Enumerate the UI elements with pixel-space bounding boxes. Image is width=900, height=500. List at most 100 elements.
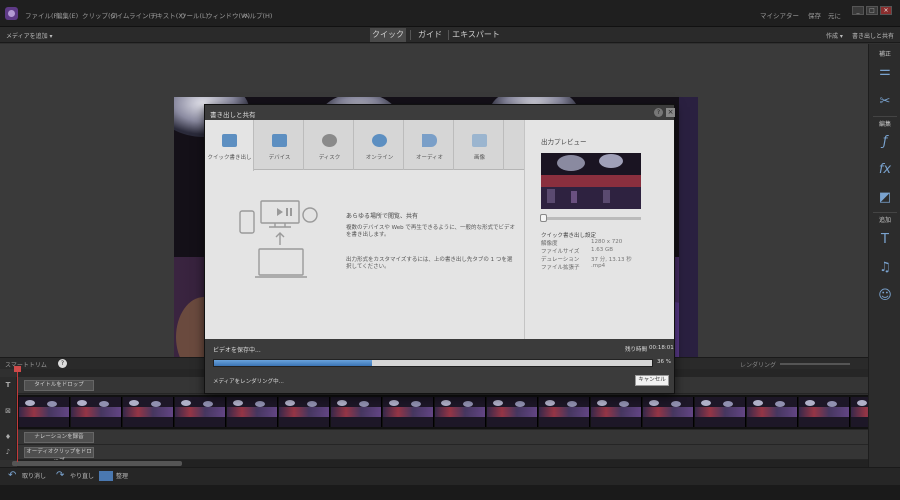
menu-edit[interactable]: 編集(E) [56,10,78,20]
render-button[interactable]: レンダリング [740,360,776,369]
video-thumbnail-frame [695,397,746,427]
redo-icon[interactable]: ↷ [56,470,64,481]
title-track-header: T [0,377,17,394]
tab-label: デバイス [268,155,291,161]
quick-export-description: 複数のデバイスや Web で再生できるように、一般的な形式でビデオを書き出します… [346,225,516,238]
remaining-time-value: 00:18:01 [649,345,674,351]
mic-icon: ♦ [0,430,17,445]
action-panel: 補正 ⚌ ✂ 編集 ƒ fx ◩ 追加 T ♫ ☺ [868,44,900,467]
tab-quick[interactable]: クイック [370,28,406,42]
video-thumbnail-frame [747,397,798,427]
undo-menu-link[interactable]: 元に [828,10,841,20]
zoom-slider[interactable] [780,363,850,365]
mode-bar: メディアを追加 ▾ クイック ガイド エキスパート 作成 ▾ 書き出しと共有 [0,27,900,43]
panel-divider [873,116,897,117]
video-clip[interactable] [17,395,868,429]
tab-quick-export[interactable]: クイック書き出し [205,120,254,171]
transition-icon[interactable]: ◩ [877,190,893,206]
tab-label: オンライン [365,155,394,161]
rendering-status: メディアをレンダリング中... [213,379,284,385]
video-thumbnail-frame [435,397,486,427]
video-thumbnail-frame [851,397,868,427]
status-strip [0,485,900,500]
video-thumbnail-frame [71,397,122,427]
video-thumbnail-frame [331,397,382,427]
tab-online[interactable]: オンライン [355,120,404,170]
video-track-icon: ⊠ [0,394,17,430]
progress-section: ビデオを保存中... 残り時間 00:18:01 36 % メディアをレンダリン… [205,339,674,393]
title-icon[interactable]: T [877,232,893,248]
quick-export-settings-title: クイック書き出し設定 [541,233,597,239]
record-narration-button[interactable]: ナレーションを録音 [24,432,94,443]
tab-expert[interactable]: エキスパート [452,28,500,42]
redo-button[interactable]: やり直し [70,471,94,480]
app-window: ファイル(F) 編集(E) クリップ(C) タイムライン(T) テキスト(X) … [0,0,900,500]
adjust-label: 補正 [878,51,891,58]
tab-guide[interactable]: ガイド [414,28,446,42]
dialog-help-icon[interactable]: ? [654,108,663,117]
video-thumbnail-frame [539,397,590,427]
add-media-button[interactable]: メディアを追加 ▾ [6,31,53,40]
cancel-button[interactable]: キャンセル [635,375,669,386]
video-thumbnail-frame [19,397,70,427]
video-thumbnail-frame [487,397,538,427]
menu-help[interactable]: ヘルプ(H) [243,10,272,20]
globe-icon [372,134,387,147]
video-thumbnail-frame [279,397,330,427]
timeline-scroll-thumb[interactable] [12,461,182,466]
tab-disc[interactable]: ディスク [305,120,354,170]
save-link[interactable]: 保存 [808,10,821,20]
music-icon[interactable]: ♫ [877,260,893,276]
dialog-titlebar: 書き出しと共有 ? × [205,105,675,120]
help-icon[interactable]: ? [58,359,67,368]
export-progress-bar [213,359,653,367]
playhead-handle[interactable] [14,366,21,372]
image-icon [472,134,487,147]
dialog-close-button[interactable]: × [666,108,675,117]
preview-scrub-track[interactable] [541,217,641,220]
sliders-icon[interactable]: ⚌ [877,64,893,80]
tools-icon[interactable]: ✂ [877,94,893,110]
panel-divider [873,212,897,213]
remaining-time-label: 残り時間 [625,347,648,353]
quick-export-pane: あらゆる場所で閲覧、共有 複数のデバイスや Web で再生できるように、一般的な… [205,171,524,339]
export-share-button[interactable]: 書き出しと共有 [852,31,894,40]
drop-title-target[interactable]: タイトルをドロップ [24,380,94,391]
drop-audio-target[interactable]: オーディオクリップをドロップ [24,447,94,464]
app-logo-icon [5,7,18,20]
organizer-icon[interactable] [99,471,113,481]
close-window-button[interactable]: × [880,6,892,15]
create-dropdown[interactable]: 作成 ▾ [826,31,843,40]
tab-audio[interactable]: オーディオ [405,120,454,170]
setting-key: デュレーション [541,257,580,263]
video-thumbnail-frame [123,397,174,427]
edit-label: 編集 [878,121,891,128]
smiley-icon[interactable]: ☺ [877,288,893,304]
saving-status: ビデオを保存中... [213,347,261,354]
menu-file[interactable]: ファイル(F) [25,10,60,20]
fx-icon[interactable]: fx [877,162,893,178]
undo-icon[interactable]: ↶ [8,470,16,481]
tab-device[interactable]: デバイス [255,120,304,170]
disc-icon [322,134,337,147]
undo-button[interactable]: 取り消し [22,471,46,480]
maximize-button[interactable]: □ [866,6,878,15]
tab-label: 画像 [473,155,485,161]
organizer-button[interactable]: 整理 [116,471,128,480]
setting-key: ファイルサイズ [541,249,580,255]
minimize-button[interactable]: _ [852,6,864,15]
tab-image[interactable]: 画像 [455,120,504,170]
video-thumbnail-frame [175,397,226,427]
device-icon [272,134,287,147]
smart-trim-toggle[interactable]: スマートトリム [5,360,47,369]
preview-scrub-handle[interactable] [540,214,547,222]
dialog-title: 書き出しと共有 [210,111,256,119]
output-preview-thumbnail [541,153,641,209]
quick-export-icon [222,134,237,147]
menu-tools[interactable]: ツール(L) [180,10,208,20]
fx-guide-icon[interactable]: ƒ [877,134,893,150]
progress-percent: 36 % [657,359,671,365]
my-theater-link[interactable]: マイシアター [760,10,799,20]
setting-key: 解像度 [541,241,558,247]
progress-fill [214,360,372,366]
